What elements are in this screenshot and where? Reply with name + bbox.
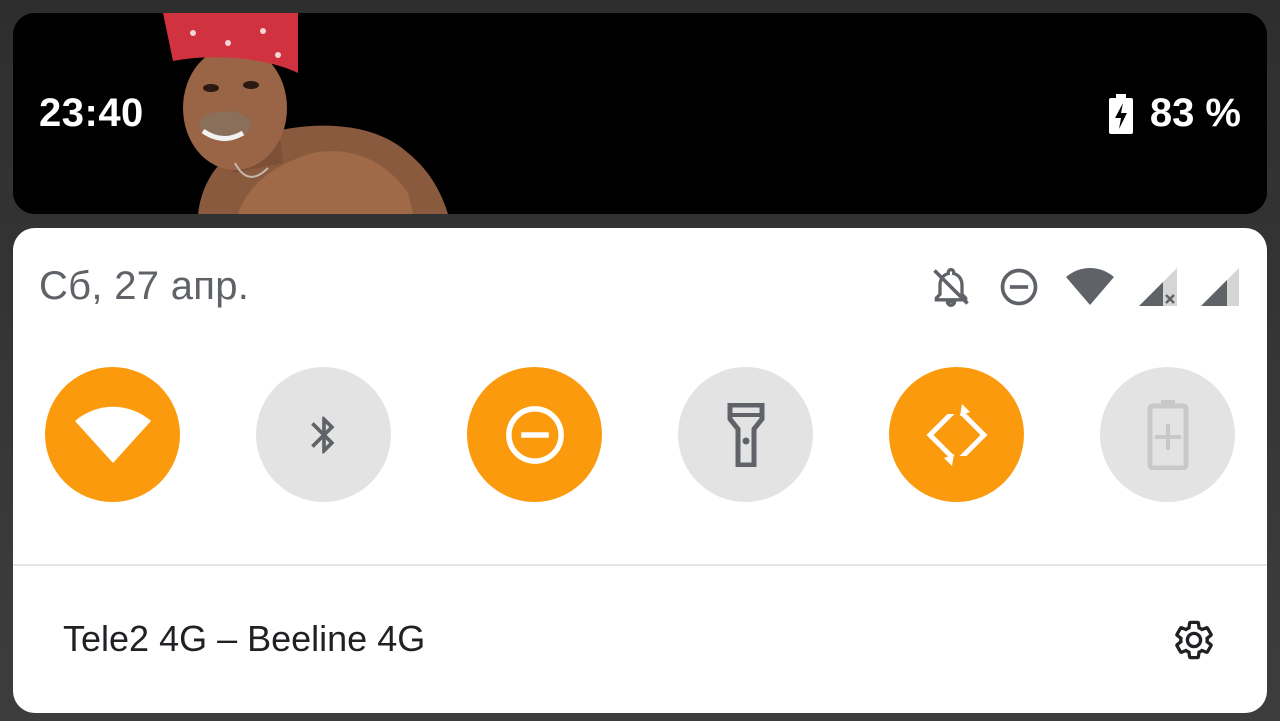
do-not-disturb-tile[interactable]	[467, 367, 602, 502]
quick-settings-panel: Сб, 27 апр. Tele2 4G – Beeline 4G	[13, 228, 1267, 713]
wifi-signal-icon	[1066, 268, 1114, 305]
sim1-signal-no-data-icon	[1139, 268, 1177, 306]
clock: 23:40	[39, 91, 144, 135]
wifi-tile[interactable]	[45, 367, 180, 502]
auto-rotate-tile[interactable]	[889, 367, 1024, 502]
do-not-disturb-icon	[505, 405, 564, 464]
battery-charging-icon	[1108, 93, 1133, 134]
notifications-off-icon	[933, 267, 969, 307]
flashlight-icon	[727, 402, 764, 467]
wifi-icon	[74, 406, 151, 463]
quick-tiles	[45, 367, 1235, 502]
notification-shade: 23:40 83 % Сб, 27 апр. Tele2 4G – Beelin…	[0, 0, 1280, 721]
battery-indicator: 83 %	[1108, 91, 1241, 136]
battery-saver-tile[interactable]	[1100, 367, 1235, 502]
bluetooth-tile[interactable]	[256, 367, 391, 502]
carrier-label: Tele2 4G – Beeline 4G	[63, 618, 426, 659]
bluetooth-icon	[310, 416, 334, 453]
flashlight-tile[interactable]	[678, 367, 813, 502]
battery-percent: 83 %	[1149, 91, 1241, 135]
sim2-signal-icon	[1201, 268, 1239, 306]
wallpaper-photo	[13, 13, 1267, 214]
status-bar: 23:40 83 %	[13, 13, 1267, 214]
status-icons	[929, 265, 1239, 309]
settings-button[interactable]	[1171, 617, 1217, 663]
divider	[13, 564, 1267, 566]
do-not-disturb-icon	[1000, 268, 1038, 306]
date-label[interactable]: Сб, 27 апр.	[39, 264, 249, 309]
gear-icon	[1175, 620, 1213, 660]
battery-saver-icon	[1147, 399, 1188, 470]
auto-rotate-icon	[925, 401, 988, 468]
